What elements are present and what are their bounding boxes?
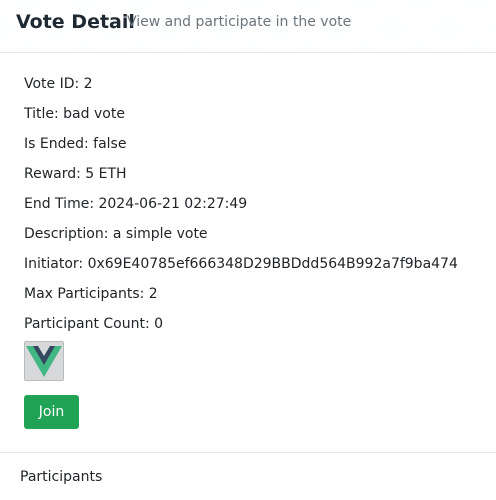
vote-is-ended: Is Ended: false (24, 136, 127, 152)
section-divider (0, 452, 496, 453)
participants-heading: Participants (20, 469, 103, 485)
page-header: Vote Detail View and participate in the … (0, 0, 496, 53)
vote-id: Vote ID: 2 (24, 76, 93, 92)
join-button[interactable]: Join (24, 395, 79, 429)
vote-max-participants: Max Participants: 2 (24, 286, 158, 302)
vote-detail-card: Vote ID: 2 Title: bad vote Is Ended: fal… (0, 53, 496, 429)
vote-participant-count: Participant Count: 0 (24, 316, 164, 332)
vote-reward: Reward: 5 ETH (24, 166, 127, 182)
vue-logo-icon (26, 346, 62, 377)
vote-image (24, 341, 64, 381)
vote-title: Title: bad vote (24, 106, 125, 122)
page-subtitle: View and participate in the vote (127, 14, 352, 30)
page-title: Vote Detail (16, 11, 135, 33)
vote-description: Description: a simple vote (24, 226, 208, 242)
vote-initiator: Initiator: 0x69E40785ef666348D29BBDdd564… (24, 256, 458, 272)
vote-end-time: End Time: 2024-06-21 02:27:49 (24, 196, 248, 212)
